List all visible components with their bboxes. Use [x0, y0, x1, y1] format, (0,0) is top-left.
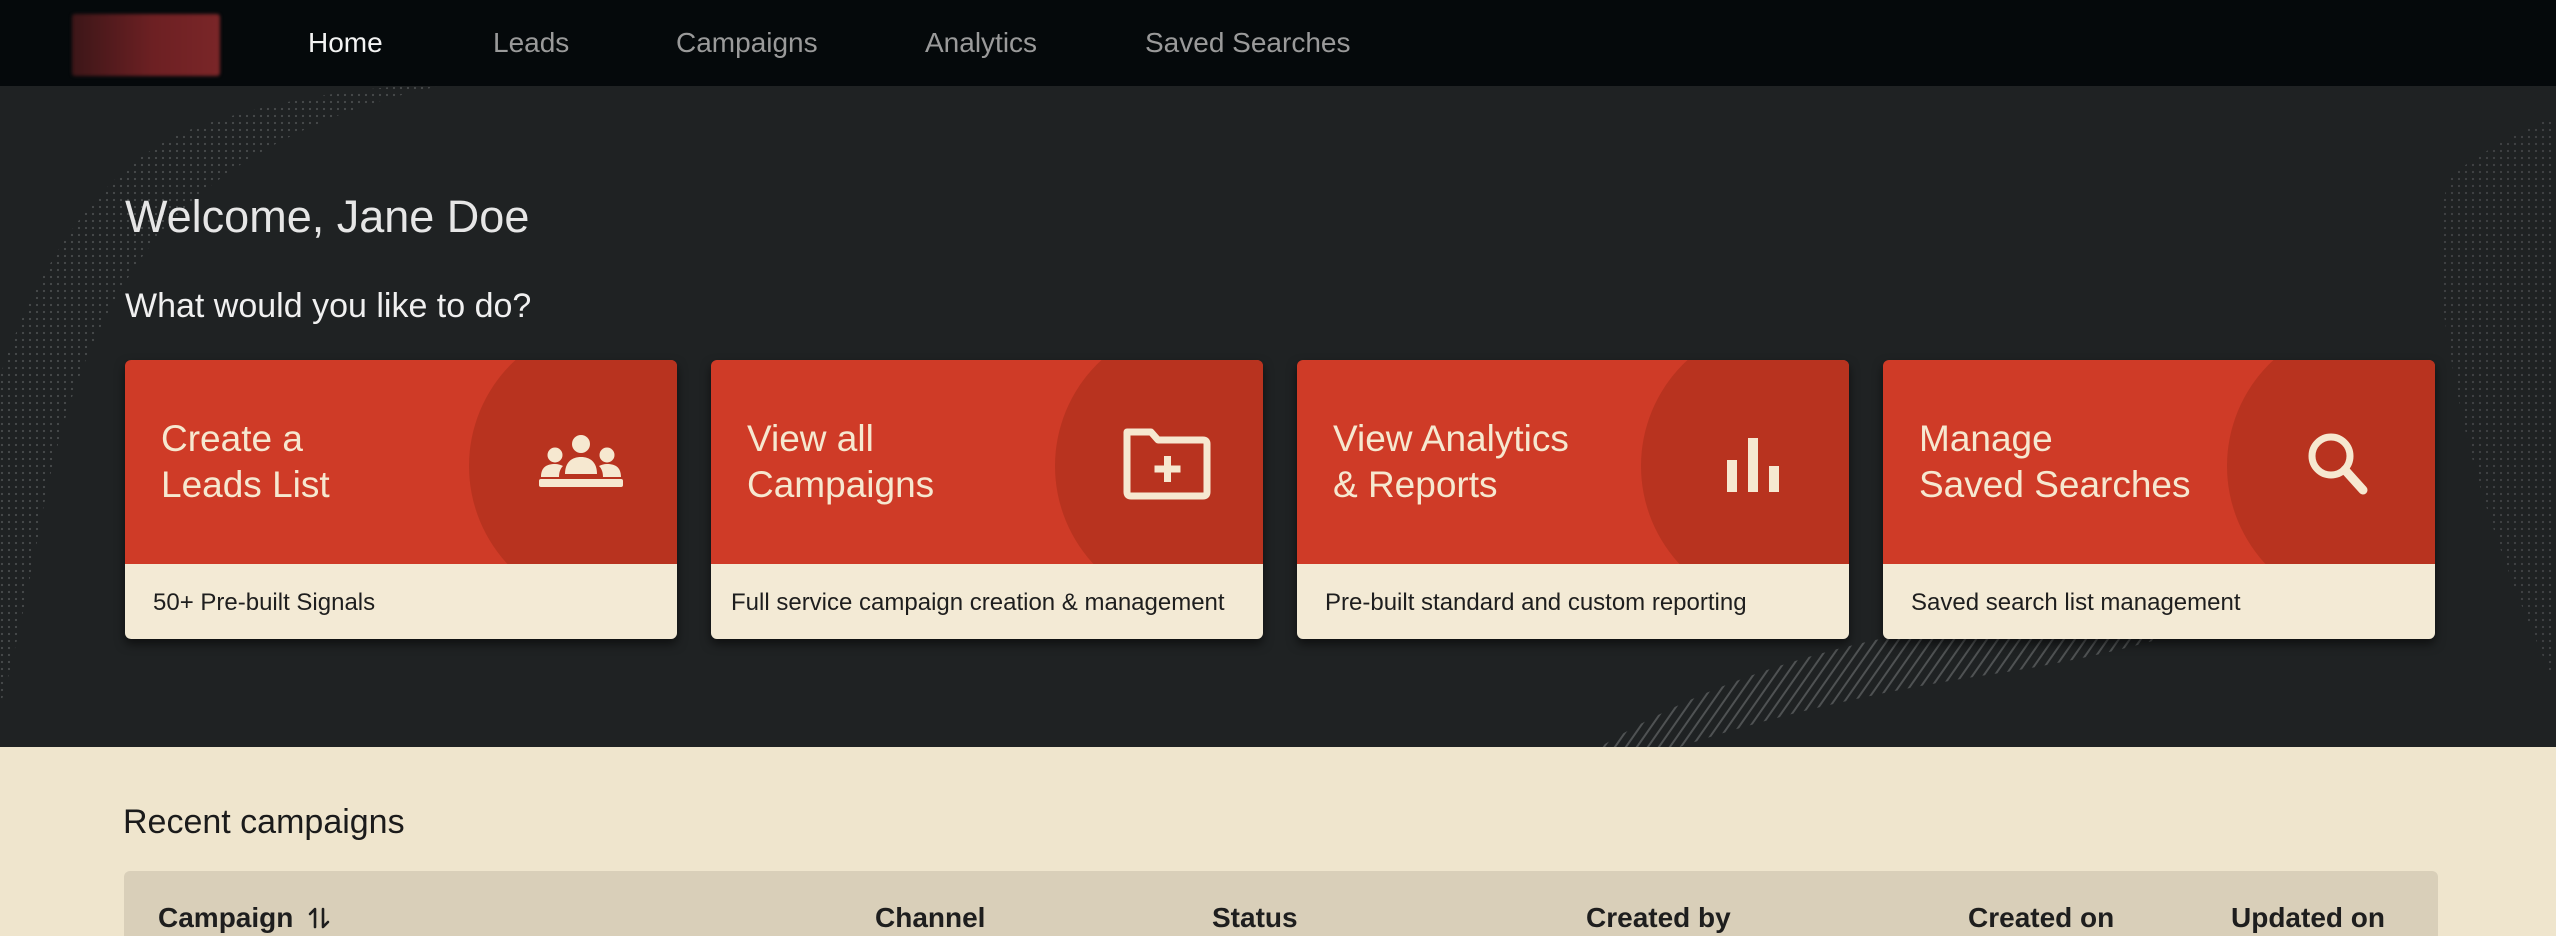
column-header-created-on[interactable]: Created on [1968, 901, 2114, 935]
card-title-line2: Saved Searches [1919, 464, 2191, 505]
card-title-line2: & Reports [1333, 464, 1498, 505]
column-header-created-by[interactable]: Created by [1586, 901, 1731, 935]
card-title: Manage Saved Searches [1919, 416, 2191, 508]
welcome-heading: Welcome, Jane Doe [125, 191, 530, 242]
card-subtitle: Full service campaign creation & managem… [731, 589, 1225, 616]
card-title: Create a Leads List [161, 416, 330, 508]
card-subtitle: Pre-built standard and custom reporting [1325, 589, 1747, 616]
recent-campaigns-heading: Recent campaigns [123, 803, 405, 841]
people-group-icon [539, 435, 623, 487]
search-icon [2308, 433, 2368, 495]
card-subtitle: Saved search list management [1911, 589, 2241, 616]
card-title-line1: Manage [1919, 418, 2053, 459]
nav-campaigns[interactable]: Campaigns [676, 26, 818, 60]
card-subtitle: 50+ Pre-built Signals [153, 589, 376, 616]
card-header: Manage Saved Searches [1883, 360, 2435, 564]
nav-leads[interactable]: Leads [493, 26, 569, 60]
create-leads-list-card[interactable]: Create a Leads List 50+ Pre-built Signal… [125, 360, 677, 639]
card-footer: Pre-built standard and custom reporting [1297, 564, 1849, 639]
card-footer: Saved search list management [1883, 564, 2435, 639]
card-footer: 50+ Pre-built Signals [125, 564, 677, 639]
view-analytics-card[interactable]: View Analytics & Reports Pre-built stand… [1297, 360, 1849, 639]
column-header-updated-on[interactable]: Updated on [2231, 901, 2385, 935]
card-header: View Analytics & Reports [1297, 360, 1849, 564]
card-title-line2: Campaigns [747, 464, 935, 505]
card-title: View all Campaigns [747, 416, 934, 508]
nav-analytics[interactable]: Analytics [925, 26, 1037, 60]
bar-chart-icon [1727, 438, 1779, 492]
folder-plus-icon [1123, 428, 1211, 500]
column-header-channel[interactable]: Channel [875, 901, 985, 935]
manage-saved-searches-card[interactable]: Manage Saved Searches Saved search list … [1883, 360, 2435, 639]
campaigns-table-header: Campaign Channel Status Created by Creat… [124, 871, 2438, 936]
nav-home[interactable]: Home [308, 26, 383, 60]
top-nav-bar: Home Leads Campaigns Analytics Saved Sea… [0, 0, 2556, 86]
column-header-status[interactable]: Status [1212, 901, 1298, 935]
brand-logo[interactable] [72, 14, 220, 76]
nav-saved-searches[interactable]: Saved Searches [1145, 26, 1350, 60]
card-title: View Analytics & Reports [1333, 416, 1569, 508]
card-header: View all Campaigns [711, 360, 1263, 564]
card-header: Create a Leads List [125, 360, 677, 564]
prompt-subheading: What would you like to do? [125, 287, 532, 325]
hero-section: Welcome, Jane Doe What would you like to… [0, 86, 2556, 747]
sort-icon[interactable] [306, 903, 332, 933]
view-campaigns-card[interactable]: View all Campaigns Full service campaign… [711, 360, 1263, 639]
card-title-line1: View all [747, 418, 874, 459]
card-title-line1: View Analytics [1333, 418, 1569, 459]
card-footer: Full service campaign creation & managem… [711, 564, 1263, 639]
column-header-campaign[interactable]: Campaign [158, 901, 293, 935]
card-title-line2: Leads List [161, 464, 330, 505]
card-title-line1: Create a [161, 418, 303, 459]
